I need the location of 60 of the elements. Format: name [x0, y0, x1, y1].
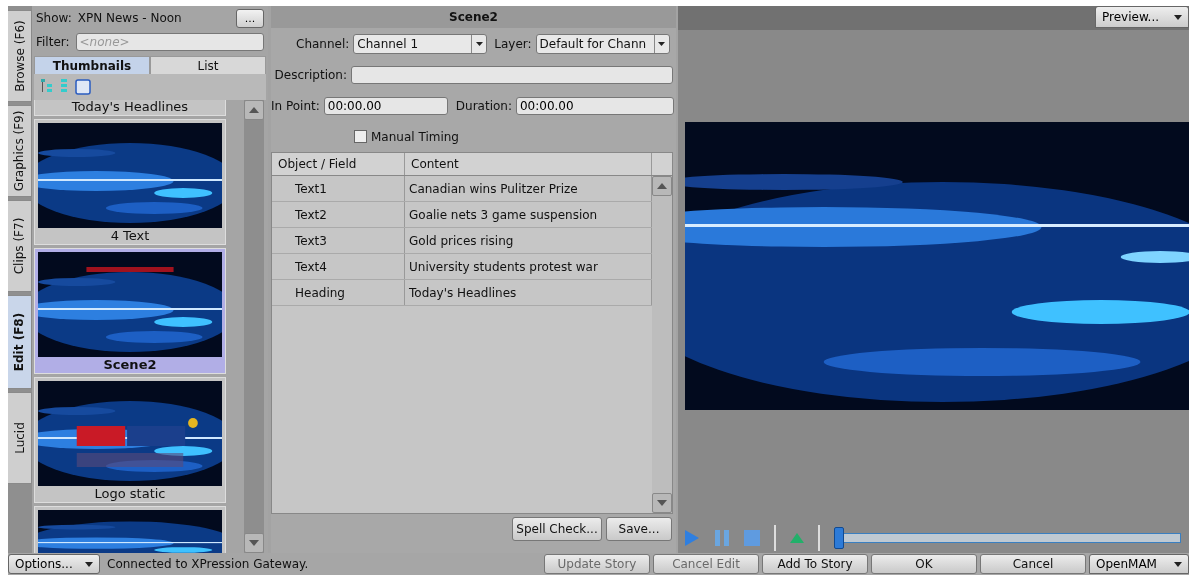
spell-check-button[interactable]: Spell Check...: [512, 517, 602, 541]
side-tab[interactable]: Browse (F6): [8, 10, 32, 102]
channel-label: Channel:: [296, 36, 350, 51]
side-tab[interactable]: Lucid: [8, 392, 32, 484]
filter-label: Filter:: [36, 35, 70, 49]
save-button[interactable]: Save...: [606, 517, 672, 541]
scene-title: Scene2: [271, 6, 676, 28]
side-tab[interactable]: Clips (F7): [8, 200, 32, 292]
timeline-slider[interactable]: [834, 527, 844, 549]
frame-icon[interactable]: [74, 78, 92, 96]
view-tab[interactable]: List: [150, 56, 266, 74]
footer-button[interactable]: Cancel: [980, 554, 1086, 574]
show-label: Show:: [36, 11, 72, 25]
scroll-down-button[interactable]: [244, 533, 264, 553]
field-cell: Heading: [272, 280, 405, 305]
side-tab[interactable]: Edit (F8): [8, 295, 32, 389]
column-header[interactable]: Content: [405, 153, 652, 175]
thumbnail-caption: 4 Text: [109, 228, 151, 244]
status-message: Connected to XPression Gateway.: [106, 557, 309, 571]
more-button[interactable]: ...: [236, 8, 264, 28]
footer-button[interactable]: Add To Story: [762, 554, 868, 574]
thumbnail-caption: Today's Headlines: [70, 100, 190, 115]
thumbnail-caption: Scene2: [102, 357, 158, 373]
side-tab[interactable]: Graphics (F9): [8, 105, 32, 197]
field-cell: Text3: [272, 228, 405, 253]
manual-timing-label: Manual Timing: [371, 129, 459, 144]
field-cell: Text1: [272, 176, 405, 201]
channel-dropdown[interactable]: Channel 1: [353, 33, 488, 54]
up-arrow-icon: [657, 183, 667, 189]
layer-label: Layer:: [494, 36, 532, 51]
duration-label: Duration:: [455, 98, 512, 113]
openmam-dropdown[interactable]: OpenMAM: [1089, 554, 1189, 574]
thumbnail-caption: Logo static: [93, 486, 167, 502]
field-cell: Text2: [272, 202, 405, 227]
caret-icon: [475, 41, 483, 46]
filter-field[interactable]: <none>: [75, 33, 264, 51]
field-cell: Text4: [272, 254, 405, 279]
layer-dropdown[interactable]: Default for Chann: [535, 33, 670, 54]
description-field[interactable]: [351, 65, 673, 84]
caret-icon: [1174, 14, 1182, 20]
in-point-field[interactable]: 00:00.00: [323, 96, 448, 115]
view-tab[interactable]: Thumbnails: [34, 56, 150, 74]
duration-field[interactable]: 00:00.00: [515, 96, 674, 115]
preview-dropdown[interactable]: Preview...: [1095, 6, 1189, 28]
caret-icon: [1174, 561, 1182, 567]
description-label: Description:: [273, 67, 347, 82]
show-name: XPN News - Noon: [77, 11, 182, 25]
down-arrow-icon: [249, 540, 259, 546]
caret-icon: [85, 561, 93, 567]
scroll-down-button[interactable]: [652, 493, 672, 513]
options-dropdown[interactable]: Options...: [8, 554, 100, 574]
up-arrow-icon: [249, 107, 259, 113]
manual-timing-checkbox[interactable]: [354, 130, 367, 143]
caret-icon: [658, 41, 666, 46]
footer-button[interactable]: OK: [871, 554, 977, 574]
scroll-up-button[interactable]: [652, 176, 672, 196]
in-point-label: In Point:: [271, 98, 320, 113]
down-arrow-icon: [657, 500, 667, 506]
scroll-up-button[interactable]: [244, 100, 264, 120]
column-header[interactable]: Object / Field: [272, 153, 405, 175]
